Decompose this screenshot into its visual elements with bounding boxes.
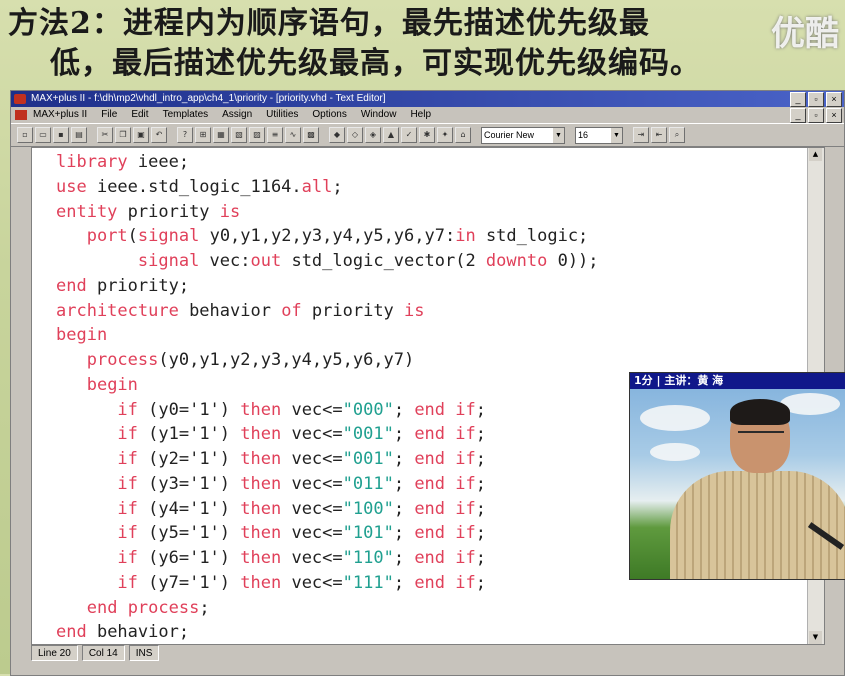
code-line: end process;: [86, 597, 210, 618]
code-content: library ieee; use ieee.std_logic_1164.all…: [56, 150, 599, 644]
doc-maximize-button[interactable]: ▫: [808, 108, 824, 123]
help-icon[interactable]: ?: [177, 127, 193, 143]
close-button[interactable]: ×: [826, 92, 842, 107]
code-line: library ieee;: [56, 152, 190, 172]
font-size-value: 16: [578, 129, 589, 140]
video-watermark: 优酷: [771, 14, 839, 54]
new-file-icon[interactable]: ▫: [17, 127, 33, 143]
font-name-value: Courier New: [484, 129, 535, 140]
scroll-up-icon[interactable]: ▲: [809, 148, 822, 161]
menu-edit[interactable]: Edit: [131, 107, 148, 123]
paste-icon[interactable]: ▣: [133, 127, 149, 143]
document-icon[interactable]: [15, 110, 27, 120]
status-mode: INS: [128, 645, 160, 661]
code-line: if (y3='1') then vec<="011"; end if;: [117, 473, 487, 494]
text-editor-icon[interactable]: ≡: [267, 127, 283, 143]
minimize-button[interactable]: _: [790, 92, 806, 107]
lecturer-figure: [670, 471, 845, 579]
code-line: if (y6='1') then vec<="110"; end if;: [117, 548, 487, 568]
outdent-icon[interactable]: ⇤: [651, 127, 667, 143]
copy-icon[interactable]: ❐: [115, 127, 131, 143]
floorplan-icon[interactable]: ▦: [213, 127, 229, 143]
code-line: if (y1='1') then vec<="001"; end if;: [117, 424, 487, 445]
heading-line-1: 方法2：进程内为顺序语句，最先描述优先级最: [8, 6, 650, 41]
video-caption: 1分 | 主讲：黄 海: [630, 373, 845, 389]
code-line: begin: [56, 325, 108, 346]
font-size-select[interactable]: 16 ▼: [575, 126, 623, 144]
open-file-icon[interactable]: ▭: [35, 127, 51, 143]
programmer-icon[interactable]: ▲: [383, 127, 399, 143]
code-line: signal vec:out std_logic_vector(2 downto…: [137, 251, 599, 271]
waveform-editor-icon[interactable]: ∿: [285, 127, 301, 143]
doc-close-button[interactable]: ×: [826, 108, 842, 123]
code-line: if (y0='1') then vec<="000"; end if;: [117, 399, 487, 420]
app-icon: [14, 94, 26, 104]
code-line: if (y4='1') then vec<="100"; end if;: [117, 498, 487, 519]
window-titlebar[interactable]: MAX+plus II - f:\dh\mp2\vhdl_intro_app\c…: [11, 91, 844, 107]
status-line: Line 20: [31, 645, 78, 661]
slide-heading: 方法2：进程内为顺序语句，最先描述优先级最 低，最后描述优先级最高，可实现优先级…: [8, 4, 768, 84]
hierarchy-icon[interactable]: ⊞: [195, 127, 211, 143]
maximize-button[interactable]: ▫: [808, 92, 824, 107]
code-line: if (y2='1') then vec<="001"; end if;: [117, 449, 487, 469]
code-line: end behavior;: [56, 622, 190, 643]
save-check-icon[interactable]: ✓: [401, 127, 417, 143]
menu-templates[interactable]: Templates: [163, 107, 209, 123]
code-line: end priority;: [56, 275, 190, 296]
menu-utilities[interactable]: Utilities: [266, 107, 298, 123]
video-overlay: 1分 | 主讲：黄 海: [629, 372, 845, 580]
graphic-editor-icon[interactable]: ▨: [249, 127, 265, 143]
floorplan-editor-icon[interactable]: ▩: [303, 127, 319, 143]
code-line: port(signal y0,y1,y2,y3,y4,y5,y6,y7:in s…: [86, 226, 589, 247]
code-line: if (y7='1') then vec<="111"; end if;: [117, 572, 487, 593]
code-line: use ieee.std_logic_1164.all;: [56, 176, 343, 197]
find-icon[interactable]: ⌕: [669, 127, 685, 143]
cut-icon[interactable]: ✂: [97, 127, 113, 143]
menu-window[interactable]: Window: [361, 107, 397, 123]
save-compile-icon[interactable]: ✱: [419, 127, 435, 143]
status-bar: Line 20 Col 14 INS: [31, 645, 823, 661]
undo-icon[interactable]: ↶: [151, 127, 167, 143]
scroll-down-icon[interactable]: ▼: [809, 631, 822, 644]
doc-minimize-button[interactable]: _: [790, 108, 806, 123]
code-line: architecture behavior of priority is: [56, 300, 425, 321]
compiler-icon[interactable]: ◆: [329, 127, 345, 143]
simulator-icon[interactable]: ◇: [347, 127, 363, 143]
menu-options[interactable]: Options: [312, 107, 346, 123]
code-line: begin: [86, 374, 138, 395]
save-simulate-icon[interactable]: ✦: [437, 127, 453, 143]
toolbar: ▫ ▭ ▪ ▤ ✂ ❐ ▣ ↶ ? ⊞ ▦ ▧ ▨ ≡ ∿ ▩ ◆ ◇ ◈ ▲ …: [11, 123, 844, 147]
timing-analyzer-icon[interactable]: ◈: [365, 127, 381, 143]
heading-line-2: 低，最后描述优先级最高，可实现优先级编码。: [50, 46, 701, 81]
status-col: Col 14: [81, 645, 125, 661]
window-title: MAX+plus II - f:\dh\mp2\vhdl_intro_app\c…: [31, 93, 386, 104]
font-name-select[interactable]: Courier New ▼: [481, 126, 565, 144]
code-line: entity priority is: [56, 201, 241, 222]
indent-icon[interactable]: ⇥: [633, 127, 649, 143]
menu-help[interactable]: Help: [410, 107, 431, 123]
save-icon[interactable]: ▪: [53, 127, 69, 143]
menu-maxplus[interactable]: MAX+plus II: [33, 107, 87, 123]
menu-file[interactable]: File: [101, 107, 117, 123]
chevron-down-icon: ▼: [553, 127, 564, 143]
print-icon[interactable]: ▤: [71, 127, 87, 143]
menubar: MAX+plus II File Edit Templates Assign U…: [11, 107, 844, 123]
symbol-editor-icon[interactable]: ▧: [231, 127, 247, 143]
code-line: if (y5='1') then vec<="101"; end if;: [117, 523, 487, 544]
menu-assign[interactable]: Assign: [222, 107, 252, 123]
chevron-down-icon: ▼: [611, 127, 622, 143]
code-line: process(y0,y1,y2,y3,y4,y5,y6,y7): [86, 350, 415, 370]
project-top-icon[interactable]: ⌂: [455, 127, 471, 143]
